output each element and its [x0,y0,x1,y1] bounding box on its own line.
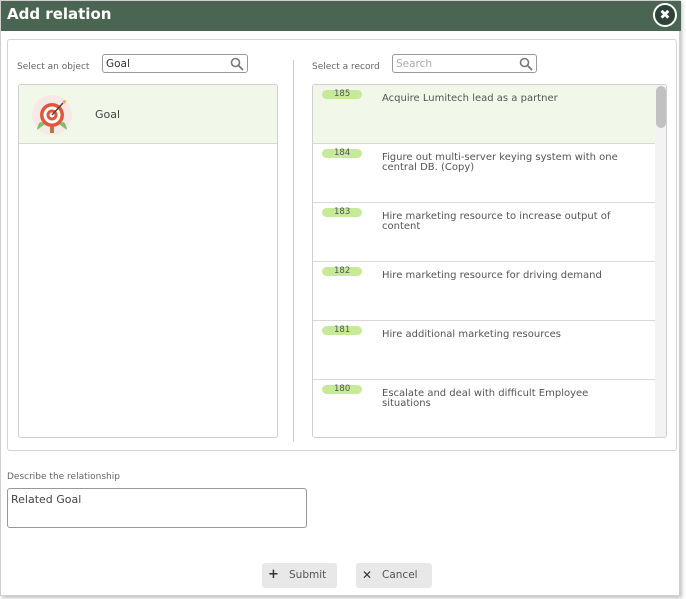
object-search-input[interactable] [105,56,227,71]
search-icon[interactable] [230,57,244,71]
cancel-label: Cancel [382,569,418,581]
record-row[interactable]: 183 Hire marketing resource to increase … [313,203,655,262]
object-item-goal[interactable]: Goal [19,85,277,144]
record-search-input[interactable] [395,56,516,71]
selection-panel: Select an object Goal Goal Select a reco… [7,39,677,451]
close-icon: ✖ [659,7,671,23]
submit-label: Submit [289,569,327,581]
plus-icon: + [268,567,279,582]
dialog-titlebar: Add relation ✖ [1,1,681,31]
relationship-label: Describe the relationship [7,472,120,482]
close-button[interactable]: ✖ [653,3,677,27]
cancel-button[interactable]: ✕ Cancel [356,563,432,588]
record-id-badge: 184 [322,149,362,158]
record-search-box [392,54,537,73]
select-record-label: Select a record [312,62,380,72]
record-scrollbar-thumb[interactable] [656,86,666,128]
dialog-title: Add relation [7,5,112,23]
record-row[interactable]: 181 Hire additional marketing resources [313,321,655,380]
select-object-label: Select an object [17,62,90,72]
relationship-box: Related Goal [7,488,307,528]
record-row[interactable]: 185 Acquire Lumitech lead as a partner [313,85,655,144]
record-row[interactable]: 184 Figure out multi-server keying syste… [313,144,655,203]
object-item-label: Goal [95,108,121,121]
record-title: Hire additional marketing resources [382,329,561,340]
record-title: Figure out multi-server keying system wi… [382,152,618,173]
x-icon: ✕ [362,568,373,582]
panel-divider [293,60,294,442]
relationship-textarea[interactable]: Related Goal [8,489,306,527]
record-id-badge: 180 [322,385,362,394]
record-scrollbar-track[interactable] [655,85,666,437]
search-icon[interactable] [519,57,533,71]
add-relation-dialog: Add relation ✖ Select an object Goal Goa… [0,0,681,596]
object-list: Goal [18,84,278,438]
record-id-badge: 181 [322,326,362,335]
record-title: Escalate and deal with difficult Employe… [382,388,589,409]
submit-button[interactable]: + Submit [262,563,337,588]
target-goal-icon [32,95,72,135]
record-id-badge: 183 [322,208,362,217]
record-row[interactable]: 182 Hire marketing resource for driving … [313,262,655,321]
record-list: 185 Acquire Lumitech lead as a partner 1… [312,84,667,438]
record-id-badge: 185 [322,90,362,99]
record-row[interactable]: 180 Escalate and deal with difficult Emp… [313,380,655,437]
record-title: Hire marketing resource for driving dema… [382,270,602,281]
record-id-badge: 182 [322,267,362,276]
record-title: Acquire Lumitech lead as a partner [382,93,558,104]
record-title: Hire marketing resource to increase outp… [382,211,611,232]
object-search-box [102,54,248,73]
